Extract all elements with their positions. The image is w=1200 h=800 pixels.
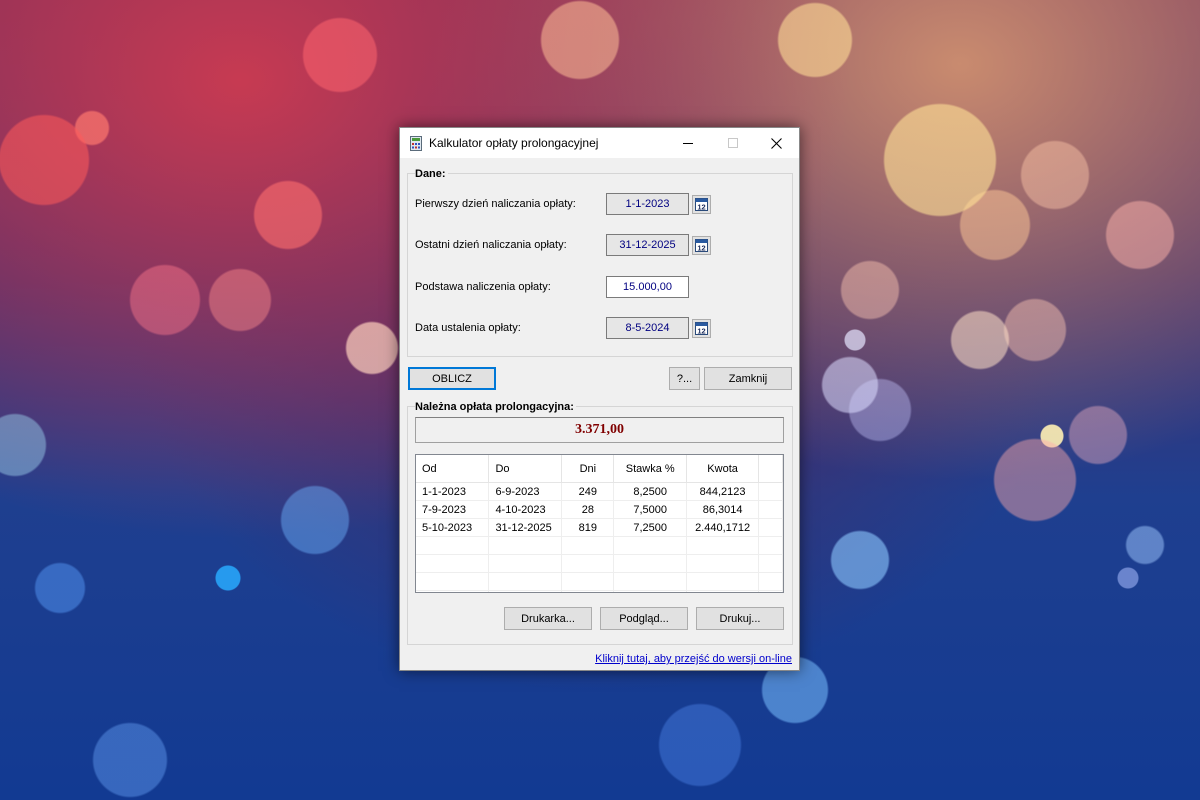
maximize-button[interactable]	[710, 128, 755, 158]
cell-filler	[758, 500, 783, 519]
set-date-label: Data ustalenia opłaty:	[415, 322, 521, 334]
cell-kwota: 844,2123	[686, 482, 760, 501]
cell-dni: 28	[561, 500, 615, 519]
table-row-empty	[416, 554, 783, 573]
calendar-icon: 12	[695, 198, 708, 211]
close-window-button[interactable]	[754, 128, 799, 158]
cell-kwota: 2.440,1712	[686, 518, 760, 537]
close-button[interactable]: Zamknij	[704, 367, 792, 390]
minimize-icon	[682, 143, 693, 144]
last-day-label: Ostatni dzień naliczania opłaty:	[415, 239, 567, 251]
set-date-field[interactable]: 8-5-2024	[606, 317, 689, 339]
cell-dni: 819	[561, 518, 615, 537]
column-header-stawka[interactable]: Stawka %	[613, 455, 688, 483]
calculator-window: Kalkulator opłaty prolongacyjnej Dane: P…	[399, 127, 800, 671]
last-day-field[interactable]: 31-12-2025	[606, 234, 689, 256]
cell-stawka: 8,2500	[613, 482, 688, 501]
minimize-button[interactable]	[665, 128, 710, 158]
table-row-empty	[416, 572, 783, 591]
svg-text:12: 12	[697, 203, 705, 212]
table-row[interactable]: 5-10-2023 31-12-2025 819 7,2500 2.440,17…	[416, 518, 783, 537]
calendar-icon: 12	[695, 322, 708, 335]
periods-table[interactable]: Od Do Dni Stawka % Kwota 1-1-2023 6-9-20…	[415, 454, 784, 593]
cell-kwota: 86,3014	[686, 500, 760, 519]
table-header-row: Od Do Dni Stawka % Kwota	[416, 455, 783, 483]
first-day-field[interactable]: 1-1-2023	[606, 193, 689, 215]
last-day-calendar-button[interactable]: 12	[692, 236, 711, 255]
base-field[interactable]: 15.000,00	[606, 276, 689, 298]
window-title: Kalkulator opłaty prolongacyjnej	[429, 136, 599, 150]
cell-stawka: 7,5000	[613, 500, 688, 519]
cell-dni: 249	[561, 482, 615, 501]
preview-button[interactable]: Podgląd...	[600, 607, 688, 630]
column-header-do[interactable]: Do	[488, 455, 563, 483]
cell-filler	[758, 482, 783, 501]
help-button[interactable]: ?...	[669, 367, 700, 390]
cell-do: 31-12-2025	[488, 518, 563, 537]
first-day-calendar-button[interactable]: 12	[692, 195, 711, 214]
calendar-icon: 12	[695, 239, 708, 252]
cell-stawka: 7,2500	[613, 518, 688, 537]
table-row[interactable]: 7-9-2023 4-10-2023 28 7,5000 86,3014	[416, 500, 783, 519]
online-version-link[interactable]: Kliknij tutaj, aby przejść do wersji on-…	[595, 653, 792, 665]
close-icon	[771, 137, 782, 149]
calculator-app-icon	[410, 136, 422, 151]
column-header-od[interactable]: Od	[416, 455, 490, 483]
base-label: Podstawa naliczenia opłaty:	[415, 281, 551, 293]
table-row[interactable]: 1-1-2023 6-9-2023 249 8,2500 844,2123	[416, 482, 783, 501]
cell-filler	[758, 518, 783, 537]
title-bar[interactable]: Kalkulator opłaty prolongacyjnej	[400, 128, 799, 158]
print-button[interactable]: Drukuj...	[696, 607, 784, 630]
cell-do: 6-9-2023	[488, 482, 563, 501]
cell-od: 5-10-2023	[416, 518, 490, 537]
table-row-empty	[416, 536, 783, 555]
printer-button[interactable]: Drukarka...	[504, 607, 592, 630]
cell-do: 4-10-2023	[488, 500, 563, 519]
first-day-label: Pierwszy dzień naliczania opłaty:	[415, 198, 576, 210]
dane-group-label: Dane:	[415, 168, 448, 180]
result-group-label: Należna opłata prolongacyjna:	[415, 401, 576, 413]
maximize-icon	[727, 138, 738, 148]
column-header-dni[interactable]: Dni	[561, 455, 615, 483]
column-header-kwota[interactable]: Kwota	[686, 455, 760, 483]
svg-text:12: 12	[697, 327, 705, 336]
cell-od: 1-1-2023	[416, 482, 490, 501]
table-row-empty	[416, 590, 783, 592]
column-header-filler	[758, 455, 783, 483]
set-date-calendar-button[interactable]: 12	[692, 319, 711, 338]
svg-text:12: 12	[697, 244, 705, 253]
cell-od: 7-9-2023	[416, 500, 490, 519]
calculate-button[interactable]: OBLICZ	[408, 367, 496, 390]
total-fee-display: 3.371,00	[415, 417, 784, 443]
